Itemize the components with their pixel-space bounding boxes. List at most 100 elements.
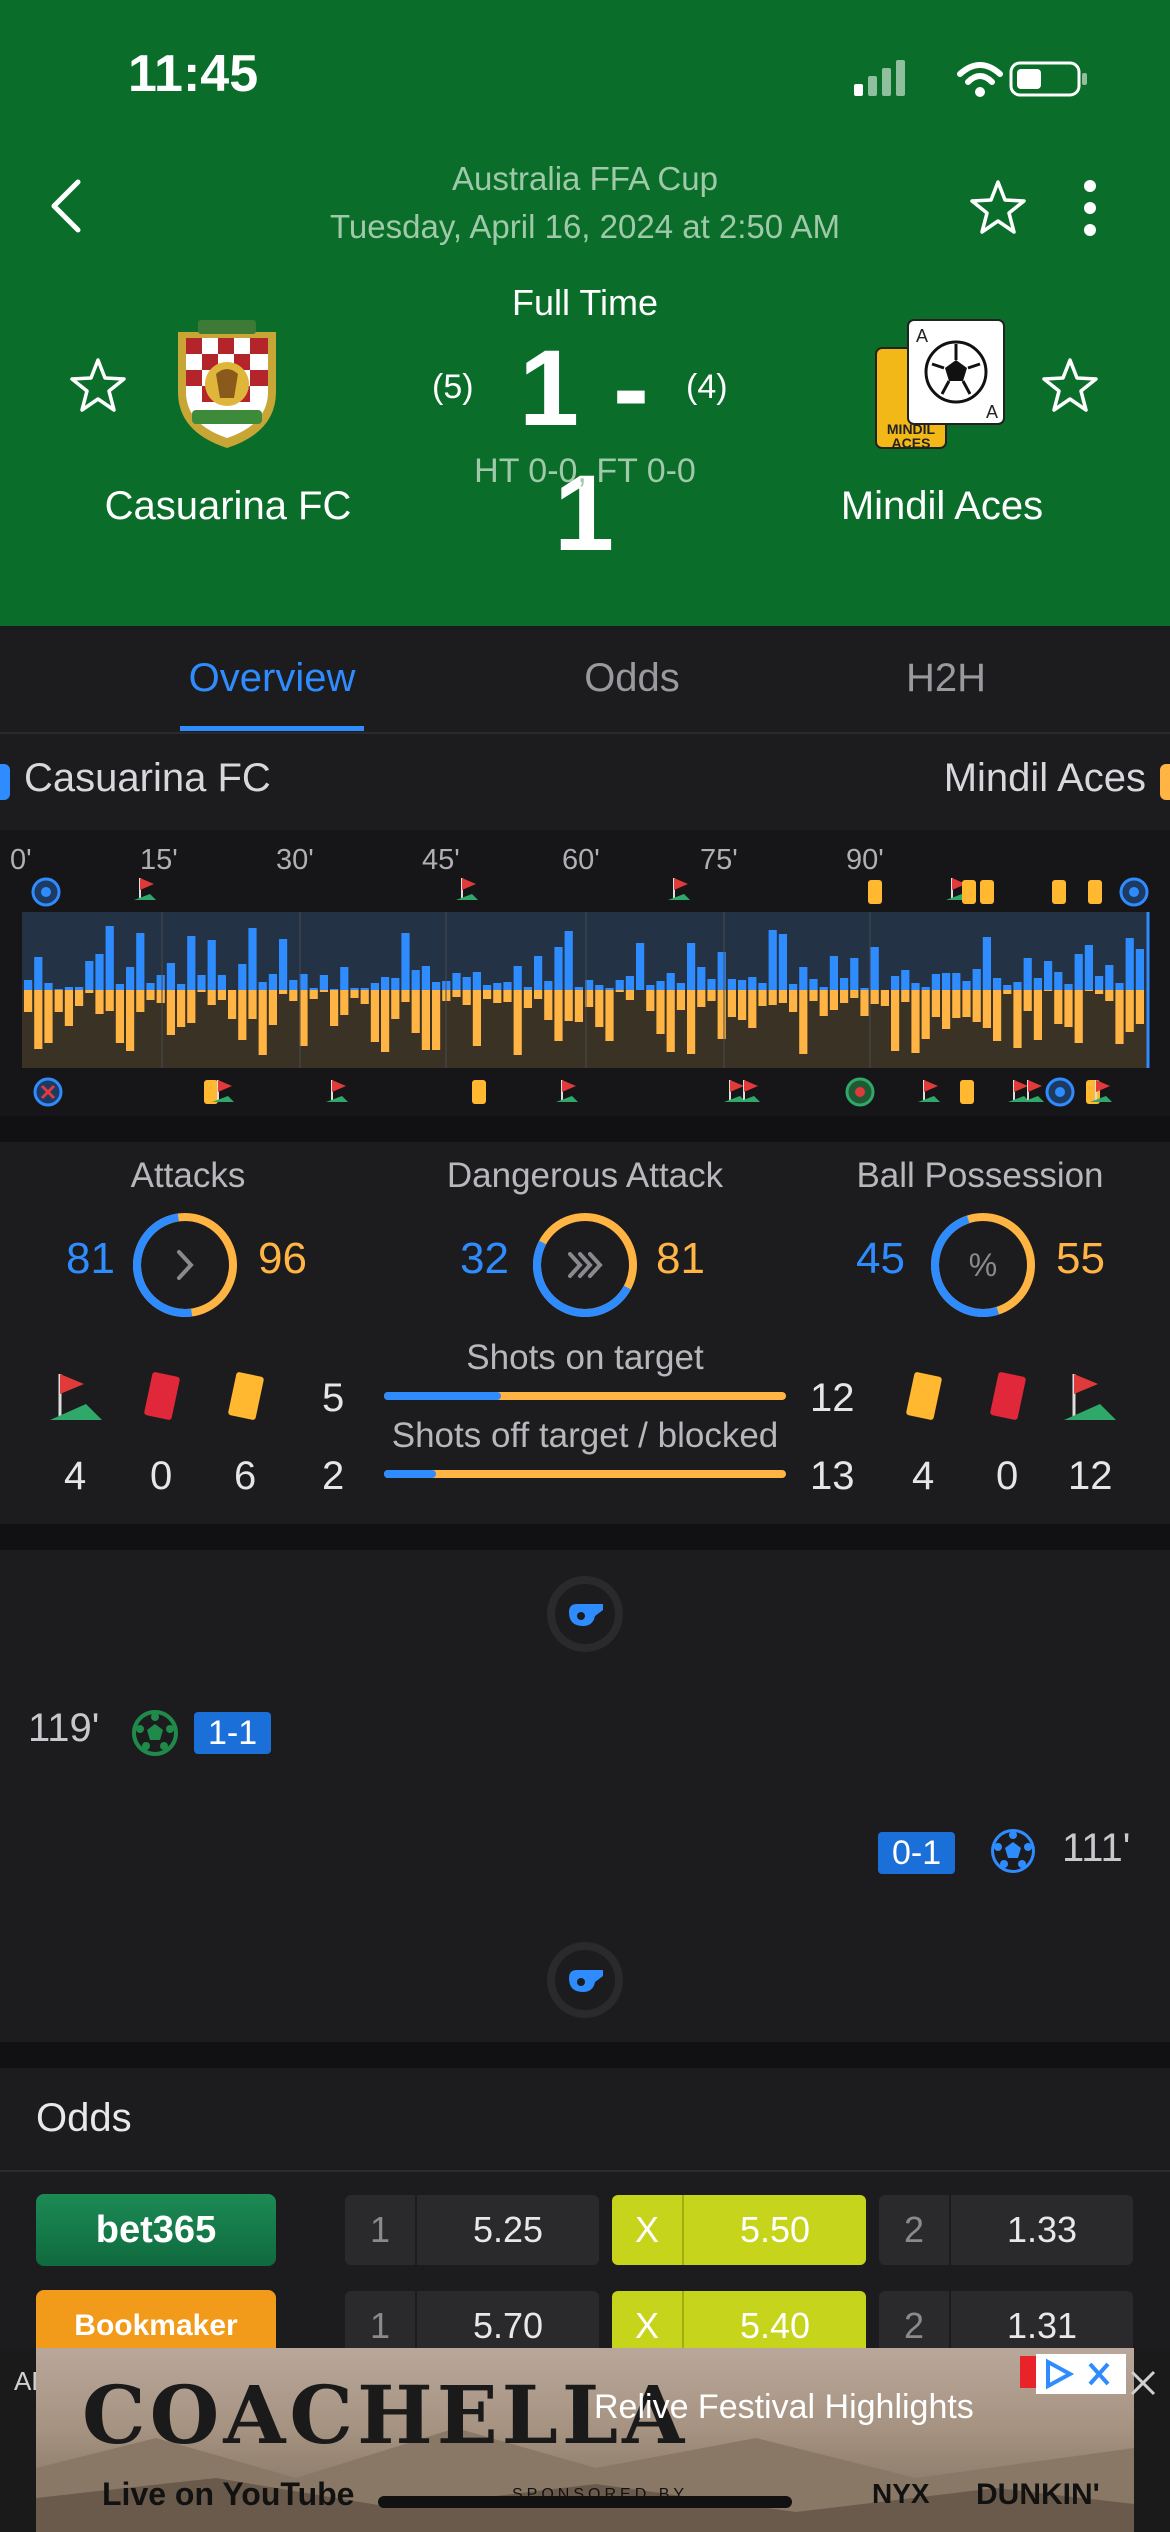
- away-momentum-bar: [462, 990, 471, 1005]
- away-momentum-bar: [411, 990, 420, 1033]
- signal-bar-1: [854, 84, 863, 96]
- away-momentum-bar: [840, 990, 849, 1003]
- home-momentum-bar: [982, 937, 991, 990]
- corner-flag-icon: [724, 1080, 746, 1102]
- timeline-home-team: Casuarina FC: [24, 756, 271, 800]
- away-momentum-bar: [75, 990, 84, 1006]
- home-momentum-bar: [54, 989, 63, 990]
- home-momentum-bar: [238, 964, 247, 990]
- home-momentum-bar: [625, 976, 634, 990]
- home-momentum-bar: [217, 975, 226, 990]
- favorite-away-star-icon[interactable]: [1040, 356, 1100, 416]
- away-momentum-bar: [177, 990, 186, 1027]
- home-momentum-bar: [1074, 954, 1083, 990]
- corner-flag-icon: [326, 1080, 348, 1102]
- shots-off-home-fill: [384, 1470, 437, 1478]
- ad-close-icon[interactable]: [1128, 2368, 1158, 2398]
- home-momentum-bar: [595, 985, 604, 990]
- away-momentum-bar: [829, 990, 838, 1010]
- away-momentum-bar: [360, 990, 369, 1004]
- signal-bar-3: [882, 68, 891, 96]
- home-indicator: [378, 2496, 792, 2508]
- tab-overview[interactable]: Overview: [152, 656, 392, 701]
- back-chevron-icon[interactable]: [46, 178, 86, 234]
- home-team-name[interactable]: Casuarina FC: [48, 484, 408, 529]
- svg-text:A: A: [916, 326, 928, 346]
- away-momentum-bar: [279, 990, 288, 994]
- away-momentum-bar: [880, 990, 889, 1006]
- home-momentum-bar: [768, 930, 777, 990]
- favorite-home-star-icon[interactable]: [68, 356, 128, 416]
- home-yellow-card-icon: [228, 1372, 264, 1420]
- home-momentum-bar: [268, 974, 277, 990]
- away-momentum-bar: [615, 990, 624, 992]
- status-time: 11:45: [128, 45, 259, 103]
- possession-away: 55: [1056, 1234, 1105, 1283]
- bookmaker-bet365[interactable]: bet365: [36, 2194, 276, 2266]
- triple-chevron-icon: [568, 1252, 603, 1278]
- away-momentum-bar: [1013, 990, 1022, 1048]
- away-team-logo[interactable]: A A MINDIL ACES: [874, 318, 1008, 456]
- away-momentum-bar: [564, 990, 573, 1021]
- odds-draw[interactable]: X 5.50: [612, 2195, 866, 2265]
- match-score: 1 - 1: [518, 327, 652, 573]
- away-momentum-bar: [523, 990, 532, 1008]
- attacks-ring: [133, 1213, 237, 1317]
- home-momentum-bar: [166, 963, 175, 990]
- away-momentum-bar: [891, 990, 900, 1051]
- shots-on-home: 5: [322, 1376, 345, 1420]
- goal-icon: [1045, 1077, 1075, 1107]
- home-team-logo[interactable]: [168, 312, 286, 452]
- favorite-match-star-icon[interactable]: [968, 178, 1028, 238]
- away-momentum-bar: [993, 990, 1002, 1041]
- away-momentum-bar: [228, 990, 237, 1019]
- home-momentum-bar: [615, 980, 624, 990]
- svg-text:A: A: [986, 402, 998, 422]
- ad-banner[interactable]: AD COACHELLA Relive Festival Highlights …: [0, 2348, 1170, 2532]
- away-momentum-bar: [217, 990, 226, 1000]
- wifi-icon: [957, 62, 1003, 97]
- away-momentum-bar: [309, 990, 318, 999]
- away-momentum-bar: [421, 990, 430, 1050]
- away-momentum-bar: [931, 990, 940, 1017]
- signal-bar-4: [896, 60, 905, 96]
- home-momentum-bar: [513, 966, 522, 990]
- away-momentum-bar: [54, 990, 63, 1012]
- odds-home-win[interactable]: 1 5.25: [345, 2195, 599, 2265]
- home-momentum-bar: [1105, 965, 1114, 990]
- bookmaker-name: Bookmaker: [74, 2309, 238, 2342]
- away-momentum-bar: [115, 990, 124, 1043]
- away-momentum-bar: [727, 990, 736, 1017]
- home-events-row: [31, 877, 1149, 907]
- more-options-icon[interactable]: [1080, 178, 1100, 238]
- home-momentum-bar: [391, 978, 400, 990]
- away-team-name[interactable]: Mindil Aces: [762, 484, 1122, 529]
- ad-choices-icon[interactable]: [1036, 2354, 1126, 2394]
- away-momentum-bar: [952, 990, 961, 1018]
- tab-odds[interactable]: Odds: [512, 656, 752, 701]
- home-momentum-bar: [289, 980, 298, 990]
- home-momentum-bar: [778, 934, 787, 990]
- home-momentum-bar: [493, 983, 502, 990]
- odds-away-win[interactable]: 2 1.33: [879, 2195, 1133, 2265]
- away-momentum-bar: [197, 990, 206, 992]
- home-momentum-bar: [1084, 945, 1093, 990]
- ad-tagline: Relive Festival Highlights: [594, 2388, 974, 2426]
- home-momentum-bar: [993, 978, 1002, 990]
- away-momentum-bar: [136, 990, 145, 1012]
- home-momentum-bar: [554, 947, 563, 990]
- away-momentum-bar: [1033, 990, 1042, 1040]
- own-goal-icon: [33, 1077, 63, 1107]
- tab-h2h[interactable]: H2H: [826, 656, 1066, 701]
- home-red-cards: 0: [150, 1454, 173, 1498]
- home-momentum-bar: [177, 984, 186, 990]
- away-corner-icon: [1064, 1374, 1116, 1420]
- momentum-chart: [22, 877, 1150, 1107]
- away-momentum-bar: [962, 990, 971, 1017]
- momentum-timeline: 0' 15' 30' 45' 60' 75' 90': [0, 830, 1170, 1116]
- away-momentum-bar: [850, 990, 859, 998]
- away-momentum-bar: [972, 990, 981, 1022]
- home-momentum-bar: [738, 980, 747, 990]
- home-momentum-bar: [299, 974, 308, 990]
- home-momentum-bar: [85, 961, 94, 990]
